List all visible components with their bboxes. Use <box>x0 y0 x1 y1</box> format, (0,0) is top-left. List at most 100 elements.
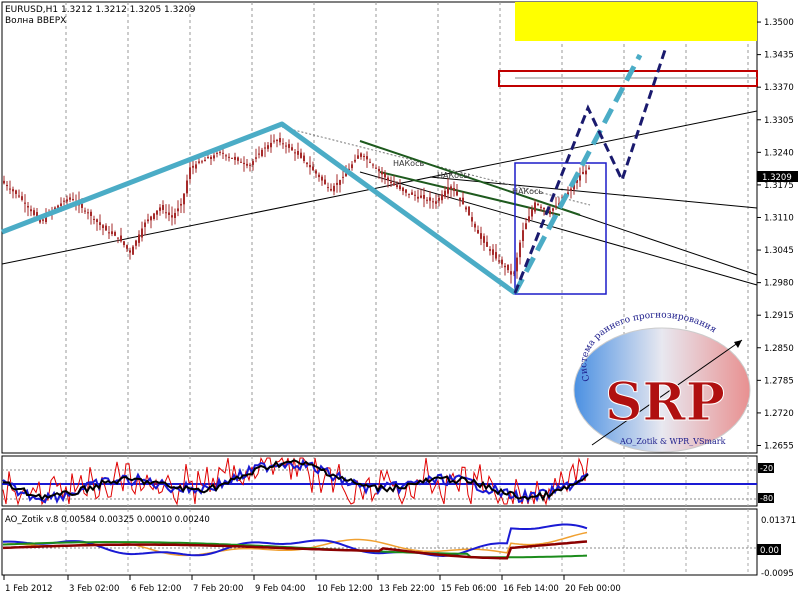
candle-body <box>426 199 428 201</box>
candle-body <box>6 184 8 187</box>
candle-body <box>543 208 545 210</box>
candle-body <box>102 225 104 229</box>
candle-body <box>186 180 188 194</box>
candle-body <box>201 161 203 163</box>
candle-body <box>129 250 131 253</box>
candle-body <box>429 197 431 201</box>
candle-body <box>525 223 527 230</box>
candle-body <box>261 149 263 157</box>
candle-body <box>312 166 314 171</box>
time-tick-label: 3 Feb 02:00 <box>69 584 119 594</box>
candle-body <box>444 190 446 197</box>
candle-body <box>384 173 386 178</box>
candle-body <box>540 206 542 208</box>
candle-body <box>378 168 380 172</box>
candle-body <box>528 216 530 222</box>
target-zone <box>515 2 757 41</box>
candle-body <box>417 196 419 199</box>
candle-body <box>87 212 89 214</box>
candle-body <box>219 151 221 153</box>
candle-body <box>537 203 539 205</box>
candle-body <box>72 199 74 201</box>
candle-body <box>252 161 254 165</box>
candle-body <box>582 171 584 175</box>
candle-body <box>174 212 176 218</box>
candle-body <box>57 205 59 208</box>
candle-body <box>33 210 35 215</box>
candle-body <box>90 211 92 216</box>
ao-panel: AO_Zotik v.8 0.00584 0.00325 0.00010 0.0… <box>1 508 796 579</box>
chart-title: EURUSD,H1 1.3212 1.3212 1.3205 1.3209 <box>5 5 196 15</box>
candle-body <box>324 179 326 185</box>
price-tick-label: 1.2980 <box>764 279 794 289</box>
candle-body <box>339 179 341 185</box>
candle-body <box>291 147 293 151</box>
time-tick-label: 1 Feb 2012 <box>5 584 53 594</box>
candle-body <box>363 156 365 158</box>
candle-body <box>195 164 197 169</box>
candle-body <box>492 249 494 255</box>
candle-body <box>3 180 5 184</box>
candle-body <box>390 181 392 184</box>
candle-body <box>447 187 449 194</box>
candle-body <box>249 164 251 166</box>
candle-body <box>18 195 20 197</box>
candle-body <box>462 197 464 205</box>
candle-body <box>189 167 191 180</box>
candle-body <box>273 140 275 142</box>
candle-body <box>408 193 410 195</box>
candle-body <box>246 163 248 166</box>
candle-body <box>501 259 503 265</box>
candle-body <box>531 209 533 217</box>
price-tick-label: 1.3305 <box>764 116 794 126</box>
price-tick-label: 1.3435 <box>764 51 794 61</box>
price-tick-label: 1.2785 <box>764 376 794 386</box>
candle-body <box>570 188 572 191</box>
logo-bottom-text: AO_Zotik & WPR_VSmark <box>619 437 726 446</box>
candle-body <box>141 228 143 238</box>
candle-body <box>222 152 224 154</box>
candle-body <box>423 194 425 199</box>
candle-body <box>27 205 29 208</box>
candle-body <box>414 194 416 196</box>
price-axis: 1.35001.34351.33701.33051.32401.31751.31… <box>757 18 794 451</box>
candle-body <box>258 153 260 155</box>
candle-body <box>297 150 299 155</box>
candle-body <box>288 144 290 148</box>
candle-body <box>465 207 467 210</box>
candle-body <box>420 195 422 198</box>
candle-body <box>180 203 182 206</box>
chart-canvas: НАКось НАКосы НАКось EURUSD,H1 1.3212 1.… <box>1 1 798 594</box>
candle-body <box>354 159 356 162</box>
candle-body <box>192 165 194 168</box>
candle-body <box>69 197 71 200</box>
candle-body <box>240 161 242 163</box>
candle-body <box>315 170 317 174</box>
candle-body <box>318 174 320 178</box>
candle-body <box>303 155 305 162</box>
price-tick-label: 1.2655 <box>764 441 794 451</box>
candle-body <box>123 241 125 246</box>
candle-body <box>579 175 581 181</box>
candle-body <box>468 206 470 216</box>
label-nakoss: НАКосы <box>437 171 470 180</box>
current-price: 1.3209 <box>762 173 792 183</box>
candle-body <box>438 197 440 201</box>
candle-body <box>264 147 266 149</box>
price-tick-label: 1.2720 <box>764 409 794 419</box>
price-tick-label: 1.3240 <box>764 148 794 158</box>
time-tick-label: 15 Feb 06:00 <box>441 584 497 594</box>
candle-body <box>204 159 206 162</box>
candle-body <box>435 201 437 204</box>
candle-body <box>285 145 287 147</box>
candle-body <box>138 234 140 243</box>
time-tick-label: 20 Feb 00:00 <box>565 584 621 594</box>
candle-body <box>483 236 485 243</box>
label-nakos2: НАКось <box>512 187 543 196</box>
candle-body <box>375 167 377 169</box>
candle-body <box>411 192 413 195</box>
candle-body <box>474 223 476 228</box>
chart-subtitle: Волна ВВЕРХ <box>5 16 66 26</box>
candle-body <box>549 210 551 215</box>
candle-body <box>450 186 452 189</box>
